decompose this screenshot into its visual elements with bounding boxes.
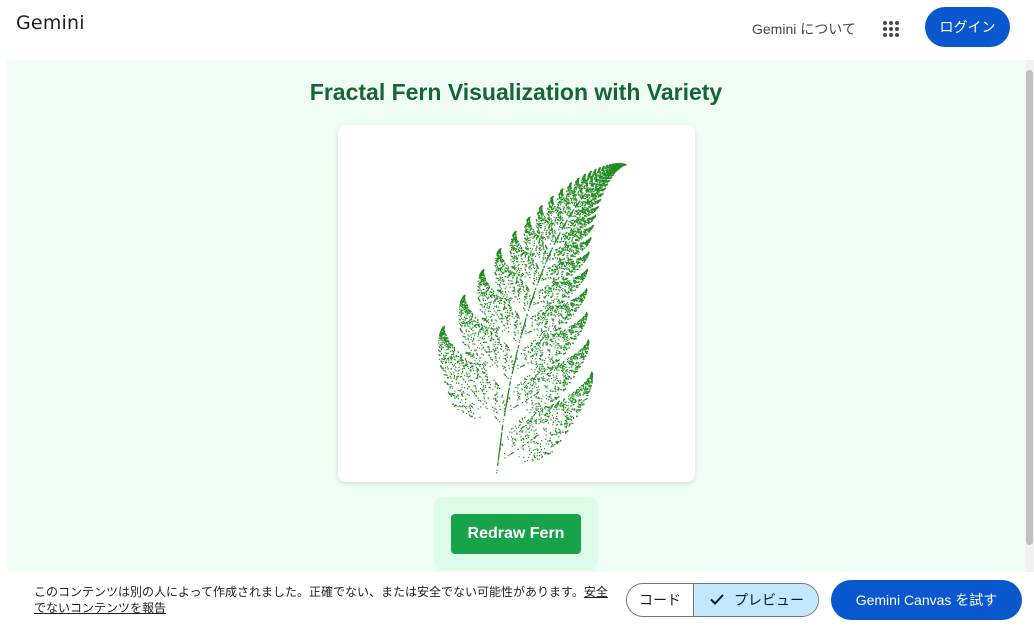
gemini-logo[interactable]: Gemini: [16, 12, 85, 34]
fern-drawing: [438, 162, 627, 474]
button-container: Redraw Fern: [434, 497, 598, 570]
code-tab[interactable]: コード: [627, 584, 694, 616]
check-icon: [708, 590, 726, 611]
top-bar: Gemini Gemini について ログイン: [0, 0, 1034, 60]
canvas-preview: Fractal Fern Visualization with Variety …: [7, 60, 1025, 572]
preview-tab[interactable]: プレビュー: [694, 584, 818, 616]
fern-canvas[interactable]: [338, 125, 695, 482]
content-notice: このコンテンツは別の人によって作成されました。正確でない、または安全でない可能性…: [34, 584, 612, 616]
scrollbar-thumb[interactable]: [1026, 70, 1033, 545]
login-button[interactable]: ログイン: [925, 7, 1010, 47]
view-toggle: コード プレビュー: [626, 583, 819, 617]
preview-tab-label: プレビュー: [734, 592, 804, 608]
redraw-fern-button[interactable]: Redraw Fern: [451, 514, 581, 554]
page-title: Fractal Fern Visualization with Variety: [309, 79, 723, 105]
apps-grid-icon[interactable]: [876, 14, 906, 44]
notice-text: このコンテンツは別の人によって作成されました。正確でない、または安全でない可能性…: [34, 585, 584, 599]
about-gemini-link[interactable]: Gemini について: [752, 19, 856, 39]
footer-bar: このコンテンツは別の人によって作成されました。正確でない、または安全でない可能性…: [0, 572, 1034, 626]
try-gemini-canvas-button[interactable]: Gemini Canvas を試す: [831, 580, 1022, 620]
code-tab-label: コード: [639, 592, 681, 608]
